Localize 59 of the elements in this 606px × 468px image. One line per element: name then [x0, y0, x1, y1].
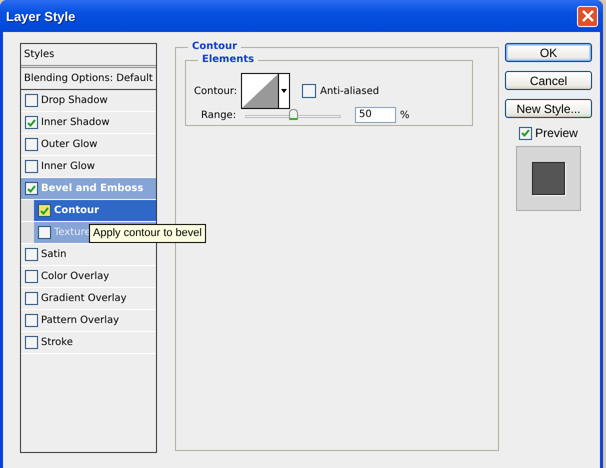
range-field[interactable]: 50: [355, 107, 396, 123]
checkbox[interactable]: [25, 160, 38, 173]
checkbox[interactable]: [519, 126, 532, 140]
item-label: Contour: [54, 205, 100, 216]
checkbox[interactable]: [25, 94, 38, 107]
checkbox[interactable]: [25, 116, 38, 129]
caret-icon: [281, 89, 288, 93]
item-label: Satin: [41, 249, 67, 260]
list-header[interactable]: Blending Options: Default: [21, 68, 156, 90]
contour-curve-icon: [242, 74, 278, 108]
tooltip: Apply contour to bevel: [89, 224, 206, 243]
style-item[interactable]: Drop Shadow: [21, 90, 156, 111]
style-item[interactable]: Contour: [34, 200, 156, 221]
style-item[interactable]: Gradient Overlay: [21, 288, 156, 309]
checkbox[interactable]: [25, 336, 38, 349]
range-label: Range:: [201, 110, 238, 120]
checkbox-label: Anti-aliased: [320, 86, 380, 96]
checkbox[interactable]: [38, 226, 51, 239]
slider-thumb[interactable]: [289, 109, 298, 120]
item-label: Bevel and Emboss: [41, 183, 144, 194]
dialog-button[interactable]: Cancel: [505, 71, 592, 90]
item-label: Stroke: [41, 337, 73, 348]
item-label: Outer Glow: [41, 139, 98, 150]
checkbox[interactable]: [38, 204, 51, 217]
checkbox[interactable]: [25, 292, 38, 305]
checkbox[interactable]: [25, 182, 38, 195]
item-label: Gradient Overlay: [41, 293, 127, 304]
contour-label: Contour:: [194, 86, 238, 96]
checkbox-label: Preview: [535, 126, 578, 140]
item-label: Inner Glow: [41, 161, 95, 172]
dialog-button[interactable]: New Style...: [505, 99, 592, 118]
checkbox[interactable]: [25, 314, 38, 327]
style-item[interactable]: Color Overlay: [21, 266, 156, 287]
style-item[interactable]: Pattern Overlay: [21, 310, 156, 331]
style-item[interactable]: Satin: [21, 244, 156, 265]
item-label: Inner Shadow: [41, 117, 110, 128]
checkbox[interactable]: [25, 138, 38, 151]
item-label: Drop Shadow: [41, 95, 108, 106]
group-title: Elements: [198, 54, 258, 65]
style-item[interactable]: Stroke: [21, 332, 156, 353]
group-title: Contour: [188, 41, 242, 52]
style-item[interactable]: Outer Glow: [21, 134, 156, 155]
item-label: Texture: [54, 227, 91, 238]
style-item[interactable]: Inner Shadow: [21, 112, 156, 133]
style-item[interactable]: Inner Glow: [21, 156, 156, 177]
percent-label: %: [400, 110, 410, 120]
close-icon: [580, 9, 594, 23]
checkbox[interactable]: [25, 270, 38, 283]
close-button[interactable]: [577, 6, 598, 26]
contour-picker[interactable]: [241, 73, 290, 109]
dialog-button[interactable]: OK: [505, 43, 592, 62]
list-header[interactable]: Styles: [21, 44, 156, 68]
checkbox[interactable]: [25, 248, 38, 261]
item-label: Pattern Overlay: [41, 315, 120, 326]
range-slider[interactable]: [245, 109, 341, 121]
preview-thumbnail: [516, 146, 581, 211]
window-title: Layer Style: [6, 8, 76, 24]
item-label: Color Overlay: [41, 271, 110, 282]
checkbox[interactable]: [302, 84, 316, 98]
